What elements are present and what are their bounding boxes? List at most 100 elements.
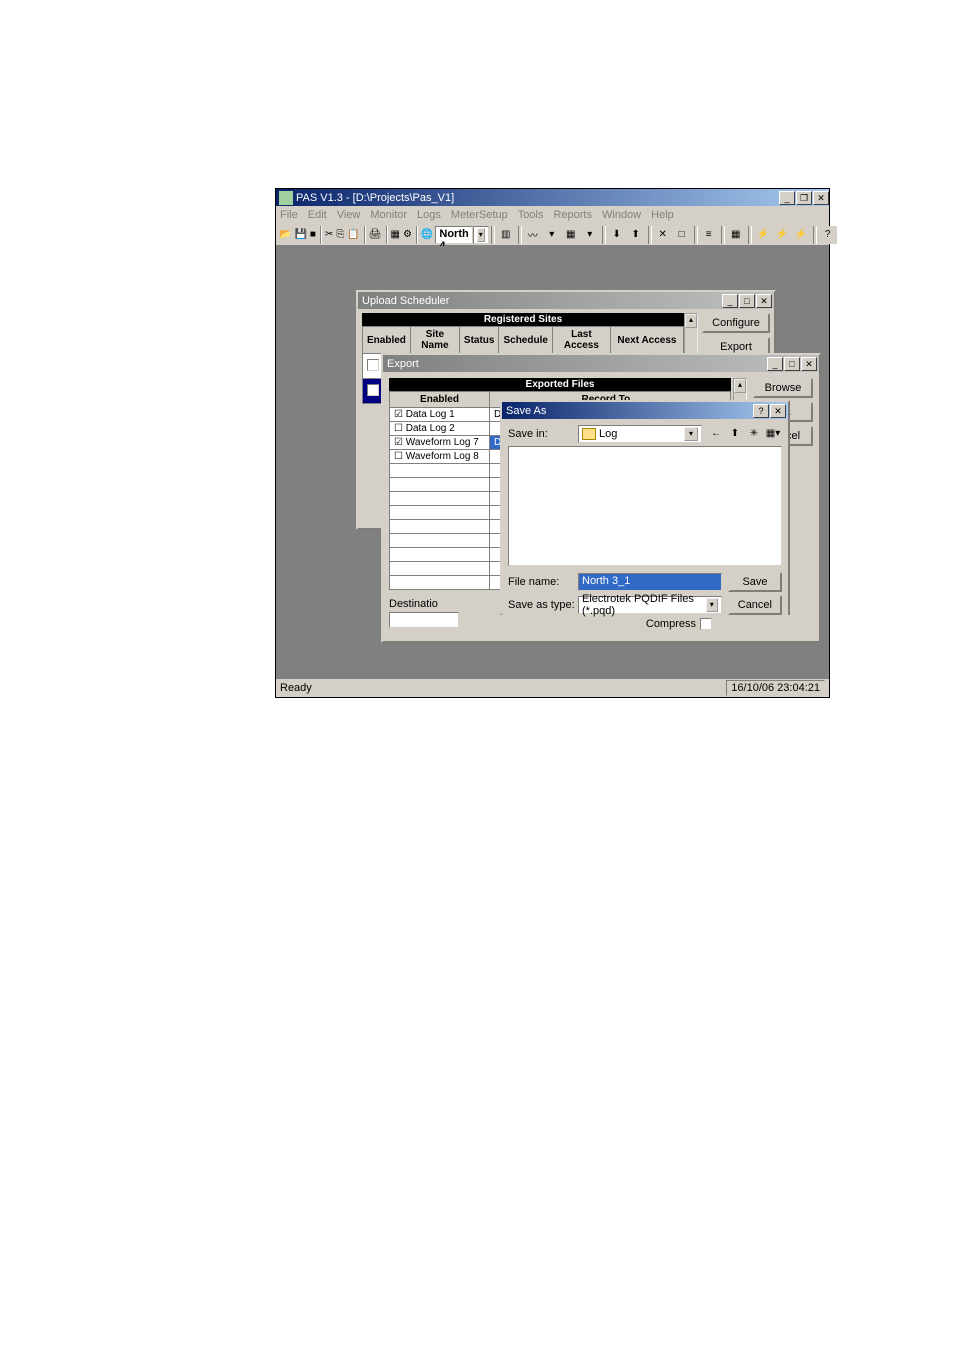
sp2-icon[interactable]: ⚡ bbox=[773, 226, 791, 244]
config-icon[interactable]: ⚙ bbox=[402, 226, 413, 244]
compress-checkbox[interactable] bbox=[700, 618, 712, 630]
views-icon[interactable]: ▦▾ bbox=[764, 425, 782, 443]
col-status: Status bbox=[459, 327, 499, 354]
destination-label: Destinatio bbox=[389, 598, 438, 610]
destination-field[interactable] bbox=[389, 612, 459, 628]
toolbar-dropdown[interactable]: ▾ bbox=[473, 226, 489, 244]
export-close-button[interactable]: ✕ bbox=[801, 357, 817, 371]
row-check[interactable]: ☑ Data Log 1 bbox=[390, 408, 490, 422]
mw1-icon[interactable]: ≡ bbox=[700, 226, 718, 244]
statusbar: Ready 16/10/06 23:04:21 bbox=[276, 679, 829, 697]
wave3-icon[interactable]: ▦ bbox=[562, 226, 580, 244]
col-lastaccess: Last Access bbox=[552, 327, 610, 354]
row-check[interactable]: ☑ Waveform Log 7 bbox=[390, 436, 490, 450]
saveas-help-button[interactable]: ? bbox=[753, 404, 769, 418]
menu-file[interactable]: File bbox=[280, 209, 298, 221]
scroll-up-icon[interactable]: ▴ bbox=[734, 379, 746, 393]
cut-icon[interactable]: ✂ bbox=[324, 226, 334, 244]
menu-metersetup[interactable]: MeterSetup bbox=[451, 209, 508, 221]
menu-monitor[interactable]: Monitor bbox=[370, 209, 407, 221]
configure-button[interactable]: Configure bbox=[702, 313, 770, 333]
col-schedule: Schedule bbox=[499, 327, 552, 354]
col-sitename: Site Name bbox=[410, 327, 459, 354]
close-button[interactable]: ✕ bbox=[813, 191, 829, 205]
copy-icon[interactable]: ⎘ bbox=[335, 226, 345, 244]
row-check[interactable]: ☐ Waveform Log 8 bbox=[390, 450, 490, 464]
chevron-down-icon[interactable]: ▾ bbox=[684, 427, 698, 441]
col-enabled: Enabled bbox=[363, 327, 411, 354]
saveas-dialog: Save As ? ✕ Save in: Log ▾ ← ⬆ bbox=[500, 400, 790, 615]
menu-reports[interactable]: Reports bbox=[553, 209, 592, 221]
site-selector[interactable]: North 4 bbox=[435, 226, 472, 244]
menu-view[interactable]: View bbox=[337, 209, 361, 221]
up-icon[interactable]: ⬆ bbox=[627, 226, 645, 244]
new-folder-icon[interactable]: ✳ bbox=[745, 425, 763, 443]
upload-titlebar: Upload Scheduler _ □ ✕ bbox=[358, 292, 774, 309]
filename-input[interactable]: North 3_1 bbox=[578, 573, 722, 591]
saveas-close-button[interactable]: ✕ bbox=[770, 404, 786, 418]
compress-label: Compress bbox=[646, 618, 696, 630]
folder-icon bbox=[582, 428, 596, 440]
upload-min-button[interactable]: _ bbox=[722, 294, 738, 308]
up-folder-icon[interactable]: ⬆ bbox=[726, 425, 744, 443]
menu-help[interactable]: Help bbox=[651, 209, 674, 221]
type-value: Electrotek PQDIF Files (*.pqd) bbox=[582, 593, 706, 617]
save-button[interactable]: Save bbox=[728, 572, 782, 592]
upload-title: Upload Scheduler bbox=[362, 295, 449, 307]
wave4-icon[interactable]: ▾ bbox=[581, 226, 599, 244]
menu-window[interactable]: Window bbox=[602, 209, 641, 221]
browse-button[interactable]: Browse bbox=[753, 378, 813, 398]
app-icon bbox=[279, 191, 293, 205]
meter-icon[interactable]: ▥ bbox=[497, 226, 515, 244]
back-icon[interactable]: ← bbox=[707, 425, 725, 443]
sp3-icon[interactable]: ⚡ bbox=[792, 226, 810, 244]
scroll-up-icon[interactable]: ▴ bbox=[685, 314, 697, 328]
export-titlebar: Export _ □ ✕ bbox=[383, 355, 819, 372]
stop-icon[interactable]: ■ bbox=[309, 226, 317, 244]
type-combo[interactable]: Electrotek PQDIF Files (*.pqd) ▾ bbox=[578, 596, 722, 614]
app-title: PAS V1.3 - [D:\Projects\Pas_V1] bbox=[296, 192, 454, 204]
wave1-icon[interactable]: 〰 bbox=[524, 226, 542, 244]
filename-label: File name: bbox=[508, 576, 578, 588]
menu-edit[interactable]: Edit bbox=[308, 209, 327, 221]
minimize-button[interactable]: _ bbox=[779, 191, 795, 205]
mw2-icon[interactable]: ▦ bbox=[727, 226, 745, 244]
export-title: Export bbox=[387, 358, 419, 370]
upload-close-button[interactable]: ✕ bbox=[756, 294, 772, 308]
savein-combo[interactable]: Log ▾ bbox=[578, 425, 702, 443]
open-icon[interactable]: 📂 bbox=[278, 226, 292, 244]
menubar: File Edit View Monitor Logs MeterSetup T… bbox=[276, 206, 829, 224]
file-list[interactable] bbox=[508, 446, 782, 566]
sp1-icon[interactable]: ⚡ bbox=[754, 226, 772, 244]
grid-icon[interactable]: ▦ bbox=[390, 226, 401, 244]
export-min-button[interactable]: _ bbox=[767, 357, 783, 371]
export-max-button[interactable]: □ bbox=[784, 357, 800, 371]
row-check[interactable]: ☐ Data Log 2 bbox=[390, 422, 490, 436]
print-icon[interactable]: 🖨 bbox=[368, 226, 383, 244]
chevron-down-icon[interactable]: ▾ bbox=[706, 598, 718, 612]
app-titlebar: PAS V1.3 - [D:\Projects\Pas_V1] _ ❐ ✕ bbox=[276, 189, 829, 206]
saveas-title: Save As bbox=[506, 405, 546, 417]
upload-max-button[interactable]: □ bbox=[739, 294, 755, 308]
status-text: Ready bbox=[280, 682, 312, 694]
down-icon[interactable]: ⬇ bbox=[608, 226, 626, 244]
type-label: Save as type: bbox=[508, 599, 578, 611]
paste-icon[interactable]: 📋 bbox=[346, 226, 360, 244]
status-datetime: 16/10/06 23:04:21 bbox=[726, 680, 825, 696]
exported-files-header: Exported Files bbox=[389, 378, 731, 391]
maximize-button[interactable]: ❐ bbox=[796, 191, 812, 205]
help-icon[interactable]: ? bbox=[819, 226, 837, 244]
save-icon[interactable]: 💾 bbox=[293, 226, 307, 244]
square-icon[interactable]: □ bbox=[673, 226, 691, 244]
saveas-cancel-button[interactable]: Cancel bbox=[728, 595, 782, 615]
col-nextaccess: Next Access bbox=[610, 327, 683, 354]
menu-logs[interactable]: Logs bbox=[417, 209, 441, 221]
col-enabled: Enabled bbox=[390, 392, 490, 408]
savein-value: Log bbox=[599, 428, 617, 440]
savein-label: Save in: bbox=[508, 428, 578, 440]
saveas-titlebar: Save As ? ✕ bbox=[502, 402, 788, 419]
wave2-icon[interactable]: ▾ bbox=[543, 226, 561, 244]
globe-icon[interactable]: 🌐 bbox=[420, 226, 434, 244]
x-icon[interactable]: ✕ bbox=[654, 226, 672, 244]
menu-tools[interactable]: Tools bbox=[518, 209, 544, 221]
